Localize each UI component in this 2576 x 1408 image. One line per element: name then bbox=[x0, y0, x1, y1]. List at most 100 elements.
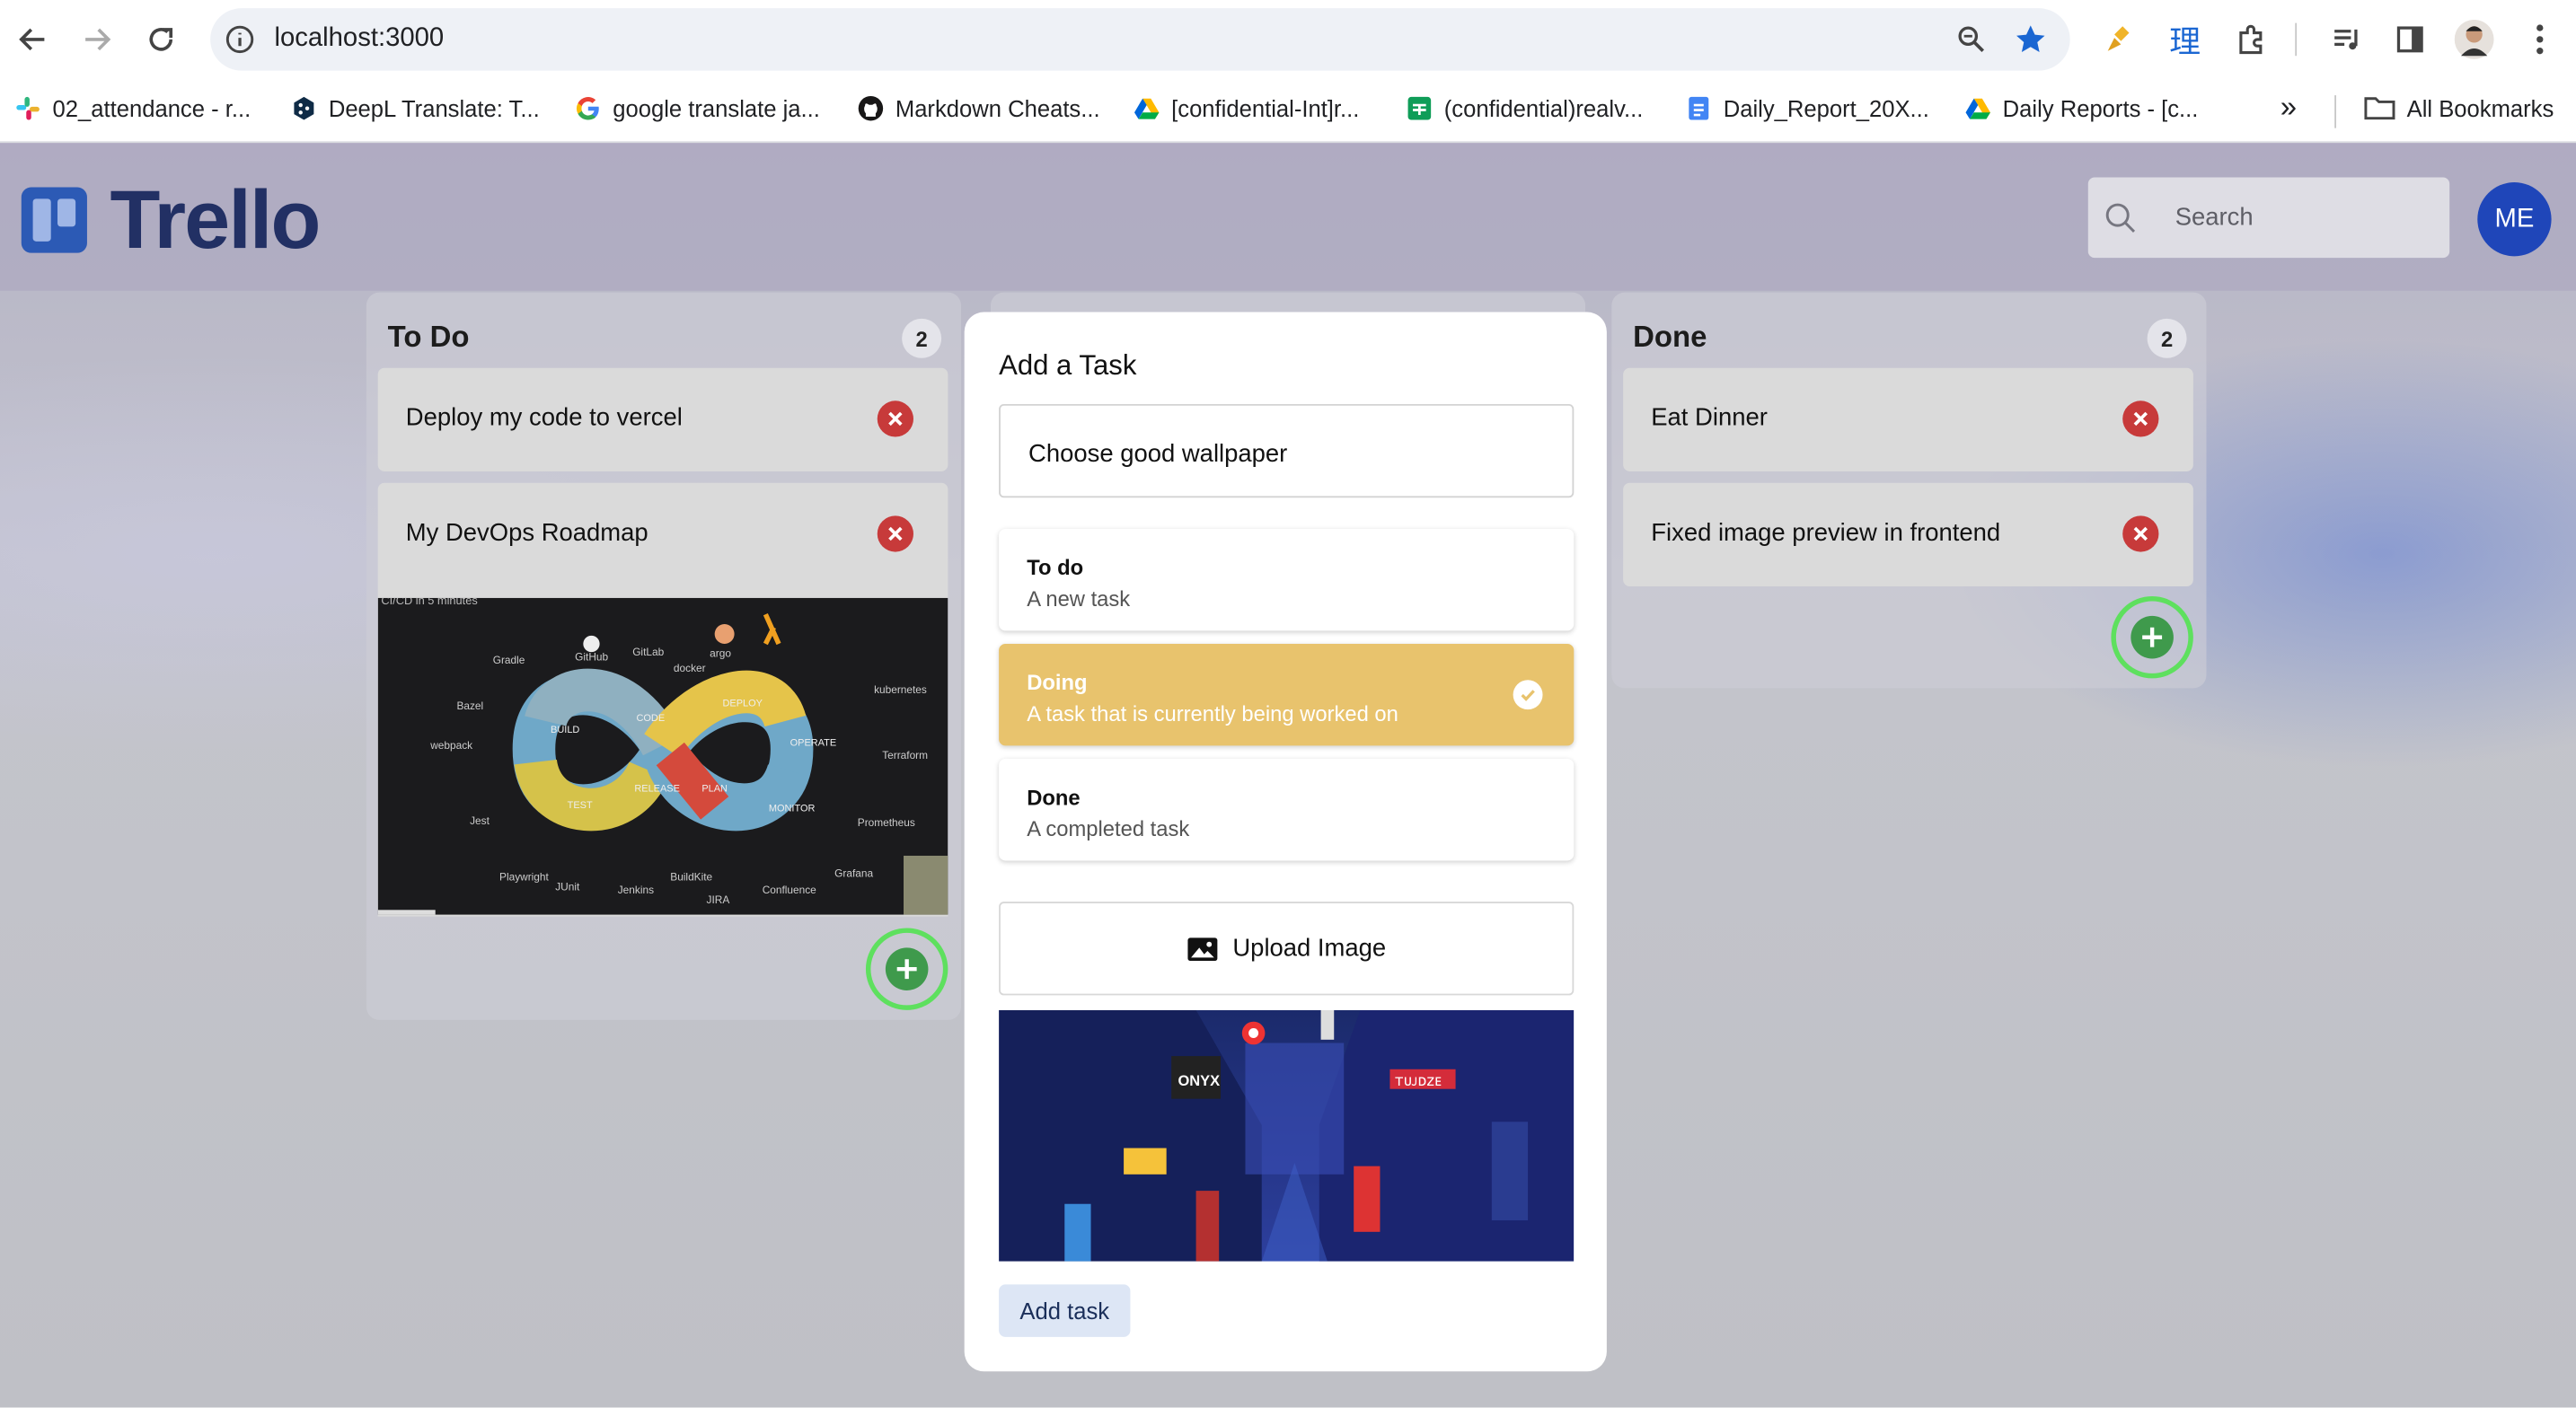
trello-icon bbox=[21, 187, 87, 253]
tool-label: Prometheus bbox=[858, 816, 915, 829]
tool-label: Grafana bbox=[834, 867, 873, 880]
dictionary-extension-icon[interactable]: 理 bbox=[2166, 20, 2205, 60]
upload-label: Upload Image bbox=[1232, 934, 1387, 963]
brand-name: Trello bbox=[110, 173, 322, 267]
add-task-modal: Add a Task Choose good wallpaper To do A… bbox=[964, 312, 1607, 1372]
option-description: A task that is currently being worked on bbox=[1027, 701, 1398, 726]
tool-label: Jest bbox=[470, 814, 490, 827]
search-icon bbox=[2105, 203, 2136, 233]
option-name: Doing bbox=[1027, 670, 1088, 695]
modal-title: Add a Task bbox=[999, 349, 1137, 382]
tool-label: webpack bbox=[429, 739, 472, 752]
option-description: A completed task bbox=[1027, 816, 1190, 841]
upload-image-button[interactable]: Upload Image bbox=[999, 902, 1575, 996]
url-text: localhost:3000 bbox=[274, 24, 445, 53]
site-info-icon[interactable] bbox=[224, 23, 257, 57]
tool-label: GitLab bbox=[632, 646, 664, 658]
task-title-input[interactable]: Choose good wallpaper bbox=[999, 403, 1575, 498]
user-avatar[interactable]: ME bbox=[2477, 182, 2552, 257]
task-card[interactable]: Deploy my code to vercel bbox=[377, 367, 948, 471]
bookmark-item[interactable]: (confidential)realv... bbox=[1407, 95, 1643, 121]
slack-icon bbox=[16, 96, 40, 120]
bookmark-item[interactable]: google translate ja... bbox=[575, 95, 820, 121]
column-count-badge: 2 bbox=[2147, 318, 2187, 358]
bookmark-item[interactable]: Daily Reports - [c... bbox=[1965, 95, 2198, 121]
drive-icon bbox=[1965, 98, 1990, 119]
bookmark-item[interactable]: [confidential-Int]r... bbox=[1134, 95, 1359, 121]
check-icon bbox=[1513, 680, 1543, 710]
bookmark-divider bbox=[2334, 95, 2336, 128]
task-card-title: Fixed image preview in frontend bbox=[1651, 518, 2001, 548]
status-option-doing[interactable]: Doing A task that is currently being wor… bbox=[999, 644, 1575, 746]
chrome-menu-icon[interactable] bbox=[2520, 20, 2560, 59]
profile-avatar[interactable] bbox=[2454, 19, 2494, 59]
tool-label: Terraform bbox=[882, 749, 928, 761]
column-count-badge: 2 bbox=[902, 318, 942, 358]
bookmark-item[interactable]: Daily_Report_20X... bbox=[1686, 95, 1929, 121]
bookmark-item[interactable]: DeepL Translate: T... bbox=[291, 95, 540, 121]
delete-task-button[interactable] bbox=[877, 400, 913, 437]
task-card-title: Eat Dinner bbox=[1651, 403, 1768, 433]
stage-label: BUILD bbox=[551, 725, 579, 735]
zoom-icon[interactable] bbox=[1955, 23, 1989, 57]
drive-icon bbox=[1134, 98, 1160, 119]
extensions-icon[interactable] bbox=[2231, 20, 2271, 59]
toolbar-divider bbox=[2295, 22, 2298, 57]
bookmark-item[interactable]: Markdown Cheats... bbox=[858, 95, 1100, 121]
submit-task-button[interactable]: Add task bbox=[999, 1284, 1131, 1337]
search-input[interactable]: Search bbox=[2087, 177, 2450, 259]
delete-task-button[interactable] bbox=[2122, 400, 2159, 437]
delete-task-button[interactable] bbox=[2122, 515, 2159, 552]
more-bookmarks-button[interactable]: » bbox=[2280, 91, 2297, 125]
tool-label: Gradle bbox=[493, 654, 525, 666]
tool-label: Jenkins bbox=[618, 884, 654, 896]
forward-button[interactable] bbox=[77, 20, 117, 59]
github-icon bbox=[858, 96, 884, 121]
broom-extension-icon[interactable] bbox=[2100, 20, 2139, 59]
stage-label: TEST bbox=[568, 800, 593, 811]
column-title: To Do bbox=[387, 320, 470, 354]
roadmap-caption: CI/CD in 5 minutes bbox=[381, 598, 477, 607]
status-option-todo[interactable]: To do A new task bbox=[999, 528, 1575, 631]
all-bookmarks-button[interactable]: All Bookmarks bbox=[2364, 95, 2554, 121]
media-control-icon[interactable] bbox=[2326, 20, 2366, 59]
status-option-done[interactable]: Done A completed task bbox=[999, 759, 1575, 861]
add-task-button[interactable] bbox=[865, 928, 948, 1010]
delete-task-button[interactable] bbox=[877, 515, 913, 552]
back-button[interactable] bbox=[13, 20, 53, 59]
task-card[interactable]: Fixed image preview in frontend bbox=[1623, 482, 2193, 586]
image-icon bbox=[1187, 937, 1218, 961]
stage-label: OPERATE bbox=[790, 737, 837, 748]
task-card-title: My DevOps Roadmap bbox=[405, 518, 648, 548]
sign-text: ᴛᴜᴊᴅᴢᴇ bbox=[1395, 1072, 1442, 1089]
tool-label: Confluence bbox=[763, 884, 816, 896]
add-task-button[interactable] bbox=[2111, 595, 2193, 679]
close-icon bbox=[2133, 411, 2148, 427]
tool-label: argo bbox=[710, 647, 731, 660]
sheets-icon bbox=[1407, 96, 1432, 120]
column-todo: To Do 2 Deploy my code to vercel My DevO… bbox=[366, 292, 962, 1020]
task-card-title: Deploy my code to vercel bbox=[405, 403, 683, 433]
stage-label: CODE bbox=[636, 713, 665, 724]
address-bar[interactable]: localhost:3000 bbox=[210, 8, 2070, 71]
stage-label: RELEASE bbox=[634, 784, 680, 795]
stage-label: PLAN bbox=[701, 784, 728, 795]
bookmark-star-icon[interactable] bbox=[2014, 23, 2047, 57]
browser-toolbar: localhost:3000 理 bbox=[0, 0, 2576, 79]
tool-label: Bazel bbox=[456, 700, 483, 712]
sign-text: ONYX bbox=[1178, 1073, 1220, 1089]
close-icon bbox=[888, 411, 903, 427]
option-name: Done bbox=[1027, 785, 1081, 810]
bookmark-item[interactable]: 02_attendance - r... bbox=[14, 95, 251, 121]
tool-label: Playwright bbox=[499, 870, 549, 883]
folder-icon bbox=[2364, 97, 2395, 120]
reload-button[interactable] bbox=[141, 20, 181, 59]
search-placeholder: Search bbox=[2175, 203, 2254, 232]
tool-label: JIRA bbox=[707, 893, 730, 906]
task-card[interactable]: Eat Dinner bbox=[1623, 367, 2193, 471]
plus-icon bbox=[896, 959, 917, 980]
stage-label: DEPLOY bbox=[722, 699, 763, 709]
brand-logo[interactable]: Trello bbox=[21, 173, 322, 267]
side-panel-icon[interactable] bbox=[2390, 20, 2430, 59]
column-done: Done 2 Eat Dinner Fixed image preview in… bbox=[1611, 292, 2207, 689]
